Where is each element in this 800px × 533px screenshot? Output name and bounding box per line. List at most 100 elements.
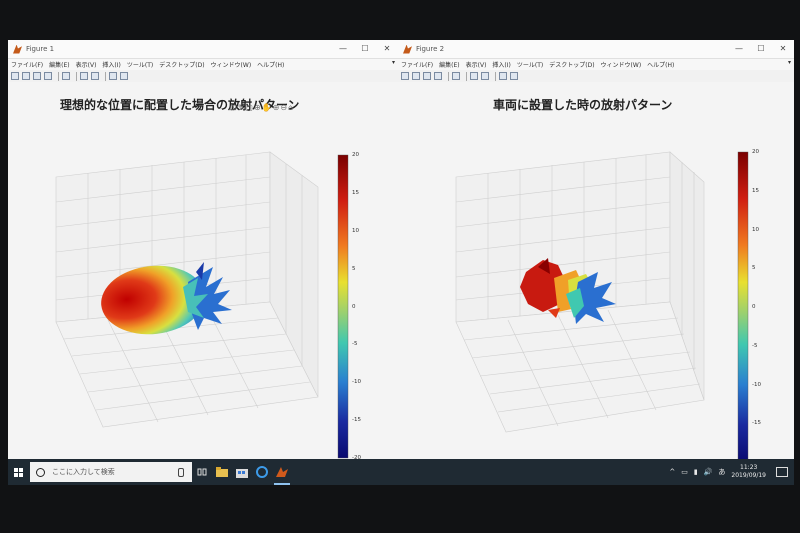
window-1-title: Figure 1	[26, 45, 55, 53]
legend-icon[interactable]	[481, 72, 489, 80]
axes-toolbar[interactable]: ⊡✎▢⊕✋⊕⊖⌂	[230, 103, 294, 112]
volume-icon[interactable]: 🔊	[704, 468, 713, 476]
menu-tools[interactable]: ツール(T)	[517, 60, 543, 69]
colorbar-tick: -15	[352, 417, 361, 424]
plot-tools-icon[interactable]	[510, 72, 518, 80]
menu-insert[interactable]: 挿入(I)	[102, 60, 120, 69]
print-icon[interactable]	[434, 72, 442, 80]
menu-desktop[interactable]: デスクトップ(D)	[549, 60, 594, 69]
menu-dock-arrow-icon[interactable]: ▾	[392, 59, 395, 66]
matlab-icon	[13, 44, 22, 54]
legend-icon[interactable]	[91, 72, 99, 80]
menu-insert[interactable]: 挿入(I)	[492, 60, 510, 69]
battery-icon[interactable]: ▮	[694, 468, 698, 476]
menu-file[interactable]: ファイル(F)	[401, 60, 433, 69]
link-plot-icon[interactable]	[62, 72, 70, 80]
clock[interactable]: 11:23 2019/09/19	[731, 464, 766, 480]
colorbar-tick: -5	[752, 342, 758, 349]
windows-icon	[13, 467, 23, 477]
save-icon[interactable]	[33, 72, 41, 80]
clock-time: 11:23	[740, 464, 758, 471]
close-button[interactable]: ✕	[376, 40, 398, 58]
menu-tools[interactable]: ツール(T)	[127, 60, 153, 69]
colorbar-tick: 0	[352, 303, 356, 310]
open-file-icon[interactable]	[22, 72, 30, 80]
colorbar-tick: 5	[352, 265, 356, 272]
notification-icon[interactable]	[776, 467, 788, 477]
minimize-button[interactable]: —	[332, 40, 354, 58]
window-2-titlebar[interactable]: Figure 2 — ☐ ✕	[398, 40, 794, 59]
figure-2-canvas[interactable]: 車両に設置した時の放射パターン 20 15 10 5 0 -5 -10 -15 …	[398, 82, 794, 465]
network-icon[interactable]: ▭	[681, 468, 688, 476]
pointer-icon[interactable]	[499, 72, 507, 80]
matlab-icon[interactable]	[272, 459, 292, 485]
search-placeholder: ここに入力して検索	[52, 468, 115, 476]
colorbar-icon[interactable]	[470, 72, 478, 80]
pointer-icon[interactable]	[109, 72, 117, 80]
menu-view[interactable]: 表示(V)	[76, 60, 97, 69]
microphone-icon[interactable]	[178, 467, 184, 477]
toolbar-separator	[448, 71, 449, 81]
clock-date: 2019/09/19	[731, 472, 766, 479]
menu-window[interactable]: ウィンドウ(W)	[211, 60, 252, 69]
open-file-icon[interactable]	[412, 72, 420, 80]
maximize-button[interactable]: ☐	[354, 40, 376, 58]
colorbar-tick: 20	[352, 152, 359, 158]
colorbar	[337, 154, 349, 459]
window-1-titlebar[interactable]: Figure 1 — ☐ ✕	[8, 40, 398, 59]
toolbar-separator	[76, 71, 77, 81]
menu-edit[interactable]: 編集(E)	[49, 60, 69, 69]
colorbar-tick: 10	[352, 227, 359, 234]
new-figure-icon[interactable]	[11, 72, 19, 80]
menu-view[interactable]: 表示(V)	[466, 60, 487, 69]
cortana-icon	[36, 467, 45, 477]
colorbar-tick: -10	[752, 381, 761, 388]
window-2-menubar: ファイル(F) 編集(E) 表示(V) 挿入(I) ツール(T) デスクトップ(…	[398, 59, 794, 70]
new-figure-icon[interactable]	[401, 72, 409, 80]
plot-tools-icon[interactable]	[120, 72, 128, 80]
colorbar-tick: 15	[352, 189, 359, 196]
figure-1-axes	[55, 151, 349, 459]
figure-window-1[interactable]: Figure 1 — ☐ ✕ ファイル(F) 編集(E) 表示(V) 挿入(I)…	[8, 40, 399, 461]
figure-1-canvas[interactable]: 理想的な位置に配置した場合の放射パターン ⊡✎▢⊕✋⊕⊖⌂ 20 15 10 5…	[8, 82, 398, 461]
colorbar-tick: -5	[352, 341, 358, 348]
toolbar-separator	[495, 71, 496, 81]
close-button[interactable]: ✕	[772, 40, 794, 58]
store-icon[interactable]	[232, 459, 252, 485]
colorbar-tick: 0	[752, 304, 756, 310]
window-1-menubar: ファイル(F) 編集(E) 表示(V) 挿入(I) ツール(T) デスクトップ(…	[8, 59, 398, 70]
toolbar-separator	[466, 71, 467, 81]
ime-icon[interactable]: あ	[718, 467, 725, 477]
taskbar: ここに入力して検索 ^ ▭ ▮ 🔊 あ 11:23 2019/09/19	[8, 459, 794, 485]
colorbar-tick: -10	[352, 379, 361, 386]
taskbar-search-box[interactable]: ここに入力して検索	[30, 462, 192, 482]
colorbar-tick: 20	[752, 149, 759, 155]
menu-window[interactable]: ウィンドウ(W)	[601, 60, 642, 69]
menu-desktop[interactable]: デスクトップ(D)	[159, 60, 204, 69]
file-explorer-icon[interactable]	[212, 459, 232, 485]
link-plot-icon[interactable]	[452, 72, 460, 80]
menu-dock-arrow-icon[interactable]: ▾	[788, 59, 791, 66]
edge-icon[interactable]	[252, 459, 272, 485]
task-view-icon[interactable]	[192, 459, 212, 485]
menu-file[interactable]: ファイル(F)	[11, 60, 43, 69]
figure-2-axes	[455, 151, 749, 459]
maximize-button[interactable]: ☐	[750, 40, 772, 58]
desktop-screen: Figure 1 — ☐ ✕ ファイル(F) 編集(E) 表示(V) 挿入(I)…	[8, 40, 794, 485]
window-2-title: Figure 2	[416, 45, 445, 53]
figure-window-2[interactable]: Figure 2 — ☐ ✕ ファイル(F) 編集(E) 表示(V) 挿入(I)…	[398, 40, 794, 465]
print-icon[interactable]	[44, 72, 52, 80]
toolbar-separator	[105, 71, 106, 81]
colorbar-tick: -15	[752, 420, 761, 427]
minimize-button[interactable]: —	[728, 40, 750, 58]
menu-edit[interactable]: 編集(E)	[439, 60, 459, 69]
save-icon[interactable]	[423, 72, 431, 80]
system-tray: ^ ▭ ▮ 🔊 あ 11:23 2019/09/19	[669, 464, 794, 480]
colorbar-tick: 15	[752, 187, 759, 194]
colorbar-icon[interactable]	[80, 72, 88, 80]
tray-overflow-icon[interactable]: ^	[669, 468, 675, 476]
menu-help[interactable]: ヘルプ(H)	[257, 60, 284, 69]
colorbar-tick: 10	[752, 226, 759, 233]
menu-help[interactable]: ヘルプ(H)	[647, 60, 674, 69]
start-button[interactable]	[8, 459, 28, 485]
